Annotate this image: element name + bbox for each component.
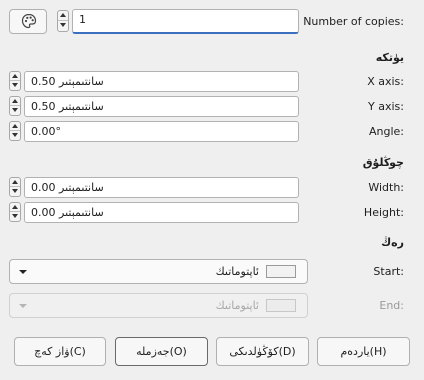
- x-axis-label: X axis:: [367, 75, 404, 88]
- decrement-icon: [12, 133, 18, 137]
- chevron-down-icon: [19, 304, 27, 308]
- angle-label: Angle:: [368, 125, 404, 138]
- copies-input[interactable]: 1: [72, 9, 299, 34]
- decrement-icon: [12, 214, 18, 218]
- increment-icon: [12, 205, 18, 209]
- start-label: Start:: [373, 265, 404, 278]
- decrement-icon: [60, 23, 66, 27]
- x-axis-input[interactable]: 0.50 سانتىمېتىر: [24, 71, 299, 92]
- chevron-down-icon: [19, 270, 27, 274]
- start-color-dropdown[interactable]: ئاپتوماتىك: [9, 259, 308, 284]
- x-axis-spinner[interactable]: [9, 71, 21, 91]
- width-spinner[interactable]: [9, 177, 21, 197]
- width-label: Width:: [368, 181, 404, 194]
- palette-icon: [21, 13, 37, 29]
- decrement-icon: [12, 189, 18, 193]
- cancel-button[interactable]: ۋاز كەچ(C): [14, 337, 106, 366]
- increment-icon: [12, 99, 18, 103]
- end-color-dropdown: ئاپتوماتىك: [9, 293, 308, 318]
- height-input[interactable]: 0.00 سانتىمېتىر: [24, 202, 299, 223]
- width-input[interactable]: 0.00 سانتىمېتىر: [24, 177, 299, 198]
- increment-icon: [12, 124, 18, 128]
- increment-icon: [12, 74, 18, 78]
- color-palette-button[interactable]: [9, 9, 47, 34]
- help-button[interactable]: ياردەم(H): [317, 337, 410, 366]
- y-axis-label: Y axis:: [368, 100, 404, 113]
- height-label: Height:: [363, 206, 404, 219]
- reset-button[interactable]: كۆڭۈلدىكى(D): [216, 337, 309, 366]
- end-color-value: ئاپتوماتىك: [215, 299, 259, 312]
- ok-button[interactable]: جەزملە(O): [115, 337, 208, 366]
- color-swatch: [266, 265, 296, 278]
- y-axis-spinner[interactable]: [9, 96, 21, 116]
- angle-input[interactable]: 0.00°: [24, 121, 299, 142]
- increment-icon: [60, 13, 66, 17]
- color-heading: رەڭ: [381, 236, 404, 249]
- angle-spinner[interactable]: [9, 121, 21, 141]
- start-color-value: ئاپتوماتىك: [215, 265, 259, 278]
- copies-spinner[interactable]: [57, 10, 69, 32]
- decrement-icon: [12, 108, 18, 112]
- decrement-icon: [12, 83, 18, 87]
- copies-label: Number of copies:: [303, 15, 404, 28]
- size-heading: چوڭلۇق: [362, 156, 404, 169]
- increment-icon: [12, 180, 18, 184]
- line-heading: يۈتكە: [375, 51, 404, 64]
- height-spinner[interactable]: [9, 202, 21, 222]
- y-axis-input[interactable]: 0.50 سانتىمېتىر: [24, 96, 299, 117]
- end-label: End:: [379, 299, 404, 312]
- color-swatch: [266, 299, 296, 312]
